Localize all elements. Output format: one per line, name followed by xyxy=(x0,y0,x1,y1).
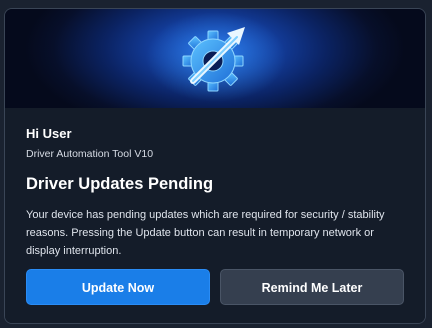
content-area: Hi User Driver Automation Tool V10 Drive… xyxy=(5,108,425,323)
hero-banner xyxy=(5,9,425,108)
message-body: Your device has pending updates which ar… xyxy=(26,209,385,257)
greeting-text: Hi User xyxy=(26,126,72,141)
gear-with-arrow-icon xyxy=(146,12,286,102)
app-name-label: Driver Automation Tool V10 xyxy=(26,148,154,160)
page-title: Driver Updates Pending xyxy=(26,175,214,193)
remind-me-later-button[interactable]: Remind Me Later xyxy=(220,269,404,305)
update-now-button[interactable]: Update Now xyxy=(26,269,210,305)
notification-window: Hi User Driver Automation Tool V10 Drive… xyxy=(4,8,426,324)
